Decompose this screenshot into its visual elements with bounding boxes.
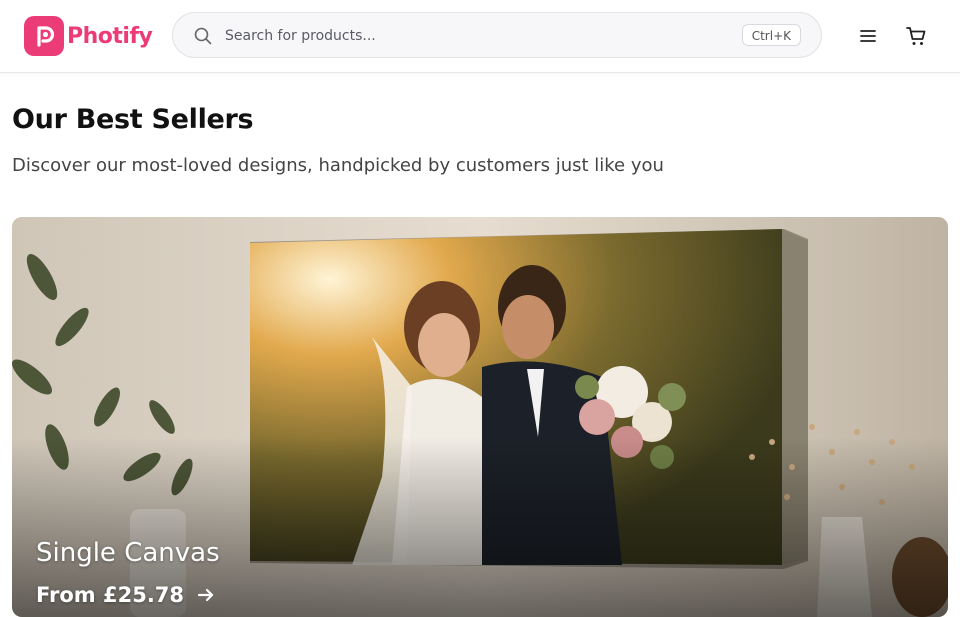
section-title: Our Best Sellers — [12, 104, 254, 135]
keyboard-shortcut-badge: Ctrl+K — [741, 24, 801, 46]
cart-icon[interactable] — [904, 24, 928, 48]
logo[interactable]: Photify — [24, 16, 153, 56]
search-bar[interactable]: Ctrl+K — [172, 12, 822, 58]
product-price-link[interactable]: From £25.78 — [36, 583, 216, 607]
product-card-single-canvas[interactable]: Single Canvas From £25.78 — [12, 217, 948, 617]
product-price: From £25.78 — [36, 583, 185, 607]
search-input[interactable] — [223, 22, 727, 50]
photify-logo-icon — [24, 16, 64, 56]
search-icon — [194, 27, 212, 45]
arrow-right-icon — [197, 588, 214, 602]
menu-icon[interactable] — [856, 24, 880, 48]
section-subtitle: Discover our most-loved designs, handpic… — [12, 155, 664, 176]
product-name: Single Canvas — [36, 538, 220, 568]
site-header: Photify Ctrl+K — [0, 0, 960, 73]
brand-name: Photify — [67, 23, 153, 49]
